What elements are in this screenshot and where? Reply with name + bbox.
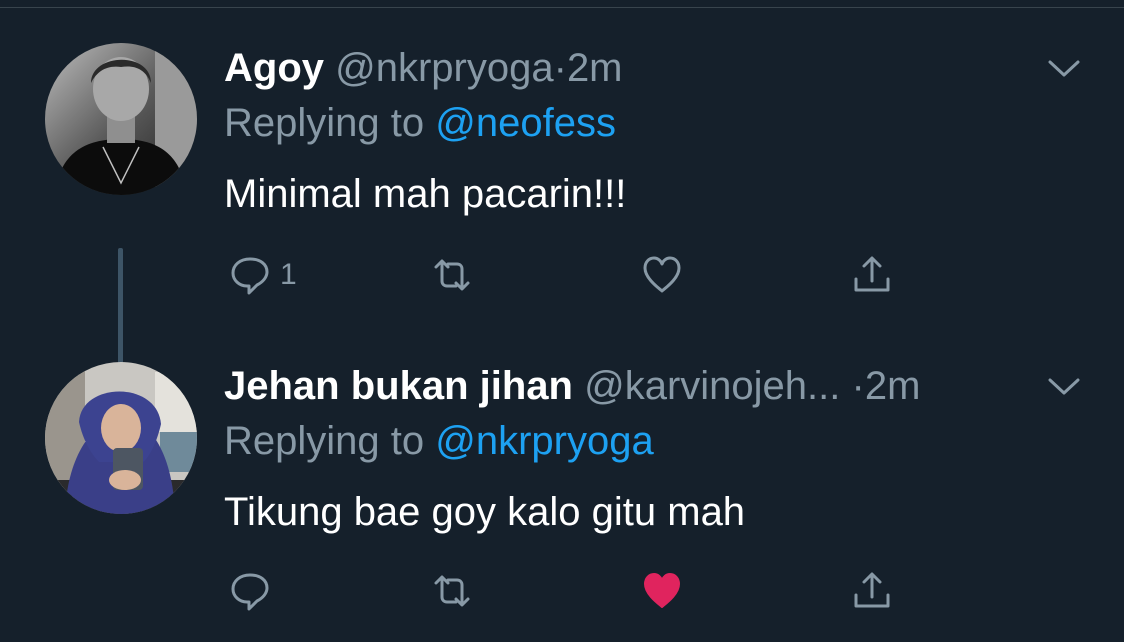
share-button[interactable] [850,566,894,616]
avatar[interactable] [45,43,197,195]
heart-icon [644,573,680,608]
tweet[interactable]: Agoy @nkrpryoga·2m Replying to @neofess … [0,40,1124,388]
more-options-button[interactable] [1044,54,1084,82]
separator-dot: · [851,364,865,408]
like-button[interactable] [640,566,684,616]
display-name[interactable]: Agoy [224,46,324,90]
avatar-image [45,362,197,514]
replying-to-label: Replying to [224,101,425,145]
share-icon [854,256,890,292]
separator-dot: · [553,46,567,90]
display-name[interactable]: Jehan bukan jihan [224,364,573,408]
reply-icon [231,257,269,295]
share-icon [854,572,890,608]
like-button[interactable] [640,250,684,300]
mention-link[interactable]: @nkrpryoga [435,419,653,463]
tweet-header: Agoy @nkrpryoga·2m [224,44,974,92]
tweet-header: Jehan bukan jihan @karvinojeh... ·2m [224,362,974,410]
chevron-down-icon [1048,60,1080,77]
tweet[interactable]: Jehan bukan jihan @karvinojeh... ·2m Rep… [0,358,1124,642]
reply-button[interactable] [228,566,280,616]
replying-to-label: Replying to [224,419,425,463]
reply-count: 1 [280,258,297,291]
chevron-down-icon [1048,378,1080,395]
top-divider [0,0,1124,8]
retweet-icon [434,259,470,291]
timestamp[interactable]: 2m [567,46,623,90]
avatar[interactable] [45,362,197,514]
retweet-button[interactable] [430,566,474,616]
retweet-icon [434,575,470,607]
share-button[interactable] [850,250,894,300]
retweet-button[interactable] [430,250,474,300]
tweet-text: Minimal mah pacarin!!! [224,172,627,216]
tweet-actions [224,566,924,616]
heart-icon [643,256,681,293]
tweet-text: Tikung bae goy kalo gitu mah [224,490,746,534]
mention-link[interactable]: @neofess [435,101,616,145]
avatar-image [45,43,197,195]
reply-icon [231,573,269,611]
tweet-actions: 1 [224,250,924,300]
more-options-button[interactable] [1044,372,1084,400]
user-handle[interactable]: @karvinojeh... [584,364,840,408]
user-handle[interactable]: @nkrpryoga [335,46,553,90]
replying-to-line: Replying to @neofess [224,99,616,147]
timestamp[interactable]: 2m [865,364,921,408]
replying-to-line: Replying to @nkrpryoga [224,417,654,465]
reply-button[interactable]: 1 [228,250,297,300]
